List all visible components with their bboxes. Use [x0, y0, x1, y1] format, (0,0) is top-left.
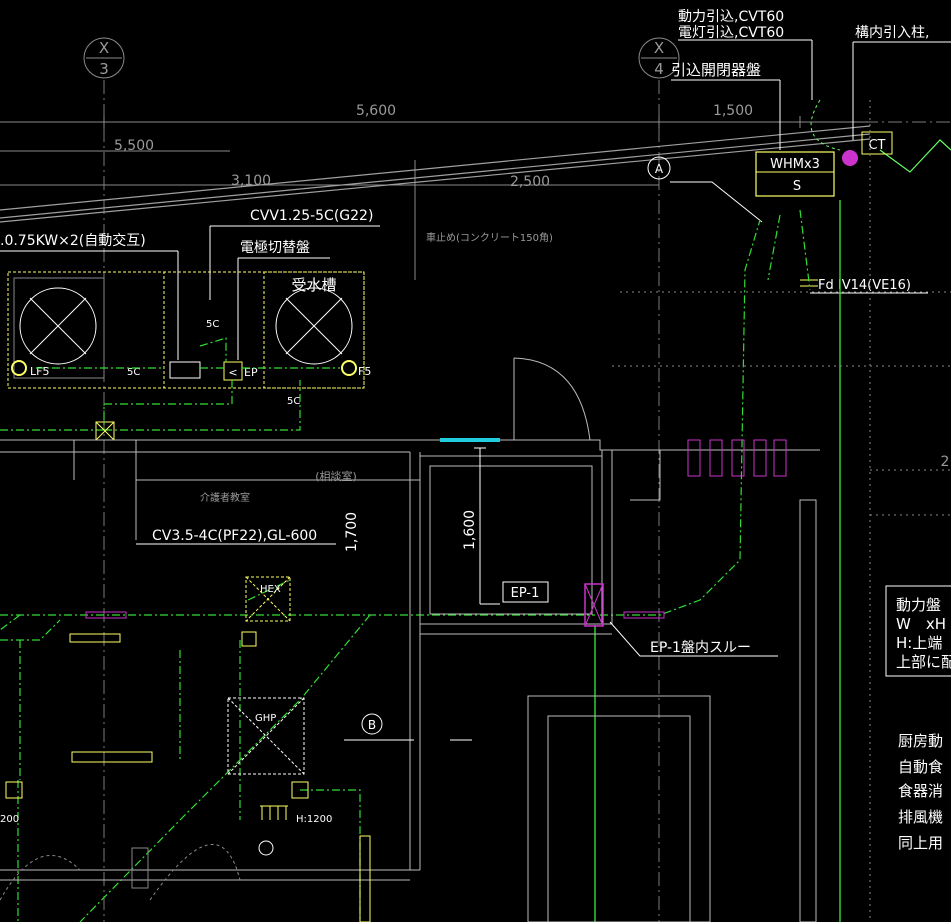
- label-water-tank: 受水槽: [291, 276, 336, 294]
- note-line-3: H:上端: [896, 634, 942, 652]
- note-line-1: 動力盤: [896, 596, 941, 614]
- label-5c-3: 5C: [287, 396, 300, 407]
- label-site-pole: 構内引入柱,: [855, 25, 929, 41]
- label-hex: HEX: [260, 584, 281, 595]
- note-line-2: W xH: [896, 615, 946, 633]
- svg-text:<: <: [228, 366, 237, 379]
- label-ep1-through: EP-1盤内スルー: [650, 640, 751, 656]
- note2-line-5: 同上用: [898, 834, 943, 852]
- dimension-2500: 2,500: [510, 174, 550, 190]
- room-consultation: (相談室): [315, 469, 357, 483]
- label-lf5-right: F5: [358, 365, 371, 378]
- label-cvv-cable: CVV1.25-5C(G22): [250, 208, 373, 224]
- label-cv-cable: CV3.5-4C(PF22),GL-600: [152, 528, 317, 544]
- label-incoming-switchboard: 引込開閉器盤: [671, 61, 761, 79]
- dimension-2: 2: [941, 454, 950, 470]
- grid-bubble-x3-letter: X: [99, 39, 109, 57]
- label-5c-1: 5C: [127, 367, 140, 378]
- label-pump: .0.75KW×2(自動交互): [0, 232, 146, 249]
- room-caregiver-class: 介護者教室: [200, 491, 250, 504]
- dimension-5500: 5,500: [114, 138, 154, 154]
- dimension-1600: 1,600: [462, 510, 478, 550]
- ct-label: CT: [868, 138, 885, 153]
- label-lf5-left: LF5: [30, 365, 49, 378]
- cad-drawing: X 3 X 4 5,600 1,500 5,500 3,100 2,500 2 …: [0, 0, 951, 922]
- section-bubble-b-label: B: [368, 718, 376, 732]
- label-ghp: GHP: [255, 713, 276, 724]
- ep1-label: EP-1: [511, 586, 540, 601]
- note-line-4: 上部に配: [896, 653, 951, 671]
- switch-s-label: S: [793, 179, 801, 194]
- note2-line-1: 厨房動: [898, 732, 943, 750]
- label-lighting-incoming: 電灯引込,CVT60: [678, 25, 784, 41]
- grid-bubble-x3-number: 3: [99, 60, 109, 78]
- whm-label: WHMx3: [770, 157, 820, 172]
- label-electrode-panel: 電極切替盤: [240, 240, 310, 256]
- label-car-stop: 車止め(コンクリート150角): [426, 231, 553, 244]
- label-h1200: H:1200: [296, 814, 332, 825]
- dimension-1700: 1,700: [344, 512, 360, 552]
- label-200: 200: [0, 814, 19, 825]
- note2-line-2: 自動食: [898, 758, 943, 776]
- grid-bubble-x4-letter: X: [654, 39, 664, 57]
- ct-marker: [842, 150, 858, 166]
- label-power-incoming: 動力引込,CVT60: [678, 9, 784, 25]
- grid-bubble-x4-number: 4: [654, 60, 664, 78]
- section-bubble-a-label: A: [655, 162, 664, 176]
- dimension-5600: 5,600: [356, 103, 396, 119]
- dimension-1500: 1,500: [713, 103, 753, 119]
- grid-bubble-x3: X 3: [83, 37, 125, 79]
- window-cyan: [440, 438, 500, 442]
- note2-line-3: 食器消: [898, 782, 943, 800]
- label-5c-2: 5C: [206, 319, 219, 330]
- note2-line-4: 排風機: [898, 808, 943, 826]
- label-ground-fd: Fd IV14(VE16): [818, 278, 911, 293]
